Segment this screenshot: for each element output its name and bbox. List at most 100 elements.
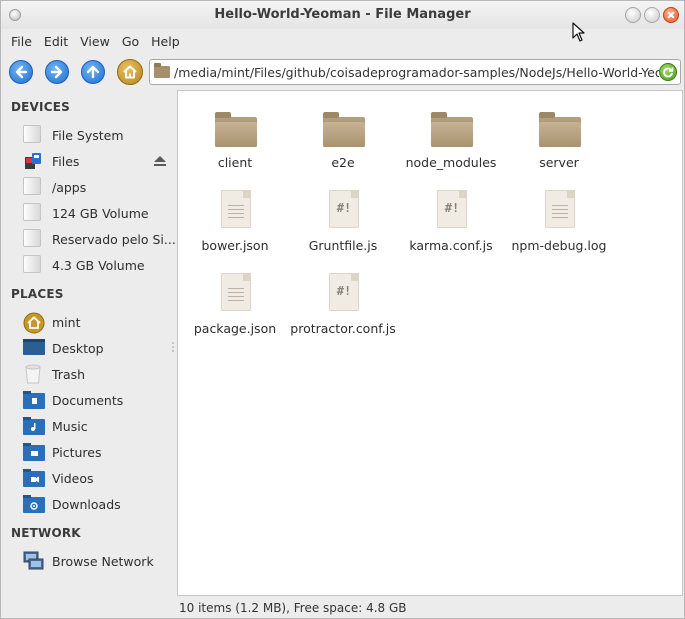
sidebar-item-label: mint — [52, 314, 81, 330]
sidebar-item-mint[interactable]: mint — [1, 310, 171, 334]
sidebar-item-label: Documents — [52, 392, 124, 408]
sidebar-item-label: Files — [52, 153, 80, 169]
menu-help[interactable]: Help — [145, 34, 186, 49]
sidebar-item-trash[interactable]: Trash — [1, 362, 171, 386]
file-item-label: bower.json — [201, 238, 269, 253]
maximize-button[interactable] — [644, 7, 660, 23]
script-file-icon: #! — [429, 188, 475, 234]
file-item-label: node_modules — [405, 155, 497, 170]
menu-file[interactable]: File — [5, 34, 38, 49]
file-item-karma-conf-js[interactable]: #! karma.conf.js — [396, 188, 506, 268]
music-folder-icon — [23, 417, 45, 437]
sidebar-item-reservado[interactable]: Reservado pelo Si... — [1, 227, 176, 251]
reload-icon — [663, 67, 674, 78]
file-item-label: protractor.conf.js — [290, 321, 396, 336]
sidebar-item-desktop[interactable]: Desktop — [1, 336, 171, 360]
minimize-button[interactable] — [625, 7, 641, 23]
menu-edit[interactable]: Edit — [38, 34, 74, 49]
documents-folder-icon — [23, 391, 45, 411]
folder-icon — [154, 63, 170, 78]
file-icon-view[interactable]: client e2e node_modules server bower.jso… — [177, 90, 683, 596]
drive-icon — [23, 229, 43, 249]
sidebar-item-music[interactable]: Music — [1, 414, 171, 438]
script-file-icon: #! — [321, 271, 367, 317]
sidebar-item-file-system[interactable]: File System — [1, 123, 171, 147]
sidebar-item-4gb-volume[interactable]: 4.3 GB Volume — [1, 253, 171, 277]
trash-icon — [23, 363, 43, 384]
menu-go[interactable]: Go — [116, 34, 145, 49]
back-button[interactable] — [9, 60, 33, 84]
file-item-server[interactable]: server — [504, 105, 614, 185]
sidebar-item-videos[interactable]: Videos — [1, 466, 171, 490]
file-item-label: karma.conf.js — [409, 238, 493, 253]
reload-button[interactable] — [659, 63, 677, 81]
folder-icon — [213, 105, 259, 151]
sidebar-item-label: Pictures — [52, 444, 102, 460]
file-item-client[interactable]: client — [180, 105, 290, 185]
toolbar: /media/mint/Files/github/coisadeprograma… — [1, 54, 684, 90]
home-icon — [123, 65, 137, 79]
home-folder-icon — [23, 312, 45, 334]
status-text: 10 items (1.2 MB), Free space: 4.8 GB — [179, 601, 407, 615]
forward-arrow-icon — [50, 65, 63, 79]
window-title: Hello-World-Yeoman - File Manager — [214, 7, 471, 22]
file-item-e2e[interactable]: e2e — [288, 105, 398, 185]
sidebar: DEVICES File System Files /apps 124 GB V… — [1, 90, 176, 598]
sidebar-item-label: Videos — [52, 470, 94, 486]
file-manager-window: Hello-World-Yeoman - File Manager File E… — [0, 0, 685, 619]
network-heading: NETWORK — [11, 526, 81, 540]
text-file-icon — [213, 271, 259, 317]
places-heading: PLACES — [11, 287, 64, 301]
script-file-icon: #! — [321, 188, 367, 234]
drive-icon — [23, 203, 43, 223]
folder-icon — [321, 105, 367, 151]
home-button[interactable] — [117, 59, 143, 85]
file-item-bower-json[interactable]: bower.json — [180, 188, 290, 268]
videos-folder-icon — [23, 469, 45, 489]
drive-icon — [23, 125, 43, 145]
sidebar-item-documents[interactable]: Documents — [1, 388, 171, 412]
desktop-icon — [23, 339, 45, 359]
mouse-pointer-icon — [572, 22, 585, 42]
sidebar-item-browse-network[interactable]: Browse Network — [1, 549, 171, 573]
location-path[interactable]: /media/mint/Files/github/coisadeprograma… — [174, 65, 659, 80]
sidebar-item-label: Reservado pelo Si... — [52, 231, 176, 247]
sidebar-item-124gb-volume[interactable]: 124 GB Volume — [1, 201, 171, 225]
folder-icon — [429, 105, 475, 151]
downloads-folder-icon — [23, 495, 45, 515]
file-item-node-modules[interactable]: node_modules — [396, 105, 506, 185]
file-item-gruntfile-js[interactable]: #! Gruntfile.js — [288, 188, 398, 268]
sidebar-item-label: 124 GB Volume — [52, 205, 149, 221]
pane-resize-handle[interactable] — [171, 341, 175, 353]
sidebar-item-label: 4.3 GB Volume — [52, 257, 145, 273]
location-bar[interactable]: /media/mint/Files/github/coisadeprograma… — [149, 59, 681, 85]
sidebar-item-label: Trash — [52, 366, 86, 382]
file-item-label: server — [539, 155, 579, 170]
forward-button[interactable] — [45, 60, 69, 84]
sidebar-item-downloads[interactable]: Downloads — [1, 492, 171, 516]
sidebar-item-label: Desktop — [52, 340, 104, 356]
file-item-label: Gruntfile.js — [308, 238, 378, 253]
removable-drive-icon — [23, 151, 43, 171]
text-file-icon — [213, 188, 259, 234]
sidebar-item-apps[interactable]: /apps — [1, 175, 171, 199]
sidebar-item-label: Browse Network — [52, 553, 154, 569]
menu-view[interactable]: View — [74, 34, 116, 49]
folder-icon — [537, 105, 583, 151]
sidebar-item-files[interactable]: Files — [1, 149, 171, 173]
devices-heading: DEVICES — [11, 100, 70, 114]
status-bar: 10 items (1.2 MB), Free space: 4.8 GB — [177, 598, 683, 618]
file-item-label: e2e — [331, 155, 355, 170]
back-arrow-icon — [15, 65, 28, 79]
eject-icon[interactable] — [153, 154, 167, 168]
sidebar-item-label: Music — [52, 418, 88, 434]
sidebar-item-pictures[interactable]: Pictures — [1, 440, 171, 464]
file-item-protractor-conf-js[interactable]: #! protractor.conf.js — [288, 271, 398, 351]
file-item-package-json[interactable]: package.json — [180, 271, 290, 351]
up-button[interactable] — [81, 60, 105, 84]
sidebar-item-label: Downloads — [52, 496, 121, 512]
file-item-npm-debug-log[interactable]: npm-debug.log — [504, 188, 614, 268]
close-button[interactable] — [663, 7, 679, 23]
sidebar-item-label: /apps — [52, 179, 87, 195]
file-item-label: package.json — [193, 321, 277, 336]
